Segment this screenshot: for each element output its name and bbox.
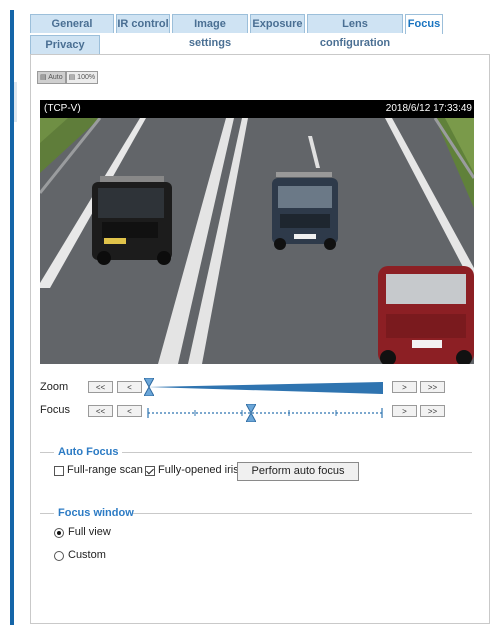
custom-label: Custom bbox=[68, 549, 106, 561]
focus-slider[interactable] bbox=[147, 404, 383, 420]
video-info-bar: (TCP-V) 2018/6/12 17:33:49 bbox=[40, 100, 474, 118]
live-video-view[interactable] bbox=[40, 118, 474, 364]
tab-image-settings[interactable]: Image settings bbox=[172, 14, 248, 49]
tab-general-settings[interactable]: General settings bbox=[30, 14, 114, 49]
stream-type: (TCP-V) bbox=[44, 103, 81, 114]
tab-privacy-mask[interactable]: Privacy mask bbox=[30, 35, 100, 70]
view-100-label: 100% bbox=[77, 74, 96, 81]
zoom-slider-thumb[interactable] bbox=[143, 377, 155, 397]
focus-window-divider-right bbox=[133, 513, 472, 514]
auto-focus-legend: Auto Focus bbox=[58, 446, 119, 458]
focus-farthest-button[interactable]: >> bbox=[420, 405, 445, 417]
hourglass-icon bbox=[244, 403, 257, 423]
focus-far-near-button[interactable]: << bbox=[88, 405, 113, 417]
zoom-slider-track bbox=[147, 382, 383, 394]
focus-window-divider-left bbox=[40, 513, 54, 514]
full-range-scan-label: Full-range scan bbox=[67, 464, 143, 476]
full-view-radio[interactable] bbox=[54, 528, 64, 538]
tab-exposure[interactable]: Exposure bbox=[250, 14, 305, 33]
monitor-icon: ▤ bbox=[68, 74, 76, 81]
zoom-in-button[interactable]: > bbox=[392, 381, 417, 393]
monitor-icon: ▤ bbox=[40, 74, 47, 81]
view-size-buttons: ▤ Auto ▤ 100% bbox=[37, 71, 99, 84]
hourglass-icon bbox=[143, 377, 155, 397]
zoom-out-button[interactable]: < bbox=[117, 381, 142, 393]
zoom-far-out-button[interactable]: << bbox=[88, 381, 113, 393]
focus-label: Focus bbox=[40, 404, 70, 416]
zoom-label: Zoom bbox=[40, 381, 69, 393]
zoom-far-in-button[interactable]: >> bbox=[420, 381, 445, 393]
tab-lens-configuration[interactable]: Lens configuration bbox=[307, 14, 403, 49]
fully-opened-iris-label: Fully-opened iris bbox=[158, 464, 239, 476]
focus-slider-track bbox=[147, 408, 383, 418]
view-100-button[interactable]: ▤ 100% bbox=[65, 71, 99, 84]
road-camera-image bbox=[40, 118, 474, 364]
vehicle-van bbox=[92, 176, 172, 265]
fully-opened-iris-checkbox[interactable] bbox=[145, 466, 155, 476]
vehicle-suv bbox=[272, 172, 338, 250]
tab-focus[interactable]: Focus bbox=[405, 14, 443, 34]
video-timestamp: 2018/6/12 17:33:49 bbox=[385, 103, 472, 114]
view-auto-label: Auto bbox=[48, 74, 63, 81]
full-view-label: Full view bbox=[68, 526, 111, 538]
view-auto-button[interactable]: ▤ Auto bbox=[37, 71, 66, 84]
focus-window-legend: Focus window bbox=[58, 507, 134, 519]
zoom-slider[interactable] bbox=[147, 381, 383, 395]
auto-focus-divider-left bbox=[40, 452, 54, 453]
tab-ir-control[interactable]: IR control bbox=[116, 14, 170, 33]
focus-slider-thumb[interactable] bbox=[244, 403, 257, 423]
perform-auto-focus-button[interactable]: Perform auto focus bbox=[237, 462, 359, 481]
focus-far-button[interactable]: > bbox=[392, 405, 417, 417]
vehicle-red-car bbox=[378, 266, 474, 364]
auto-focus-divider-right bbox=[122, 452, 472, 453]
custom-radio[interactable] bbox=[54, 551, 64, 561]
left-accent-shade bbox=[14, 82, 17, 122]
full-range-scan-checkbox[interactable] bbox=[54, 466, 64, 476]
focus-near-button[interactable]: < bbox=[117, 405, 142, 417]
